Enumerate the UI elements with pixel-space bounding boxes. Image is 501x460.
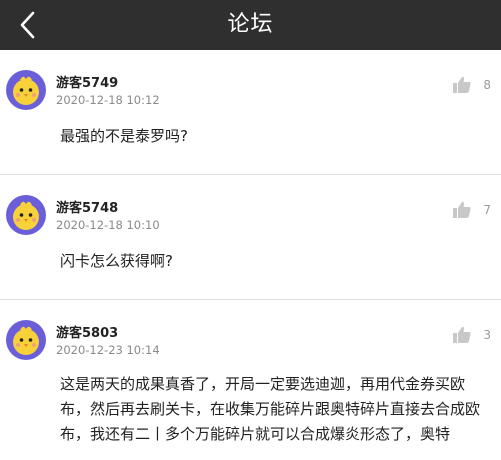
post-item[interactable]: 游客5803 2020-12-23 10:14 3 这是两天的成果真香了，开局一…	[0, 300, 501, 460]
like-button[interactable]: 7	[453, 201, 491, 218]
post-item[interactable]: 游客5748 2020-12-18 10:10 7 闪卡怎么获得啊?	[0, 175, 501, 300]
avatar[interactable]	[6, 70, 46, 110]
like-count: 7	[483, 202, 491, 217]
thumbs-up-icon	[453, 201, 471, 218]
post-content: 最强的不是泰罗吗?	[60, 127, 188, 145]
username[interactable]: 游客5748	[56, 197, 118, 216]
post-item[interactable]: 游客5749 2020-12-18 10:12 8 最强的不是泰罗吗?	[0, 50, 501, 175]
like-count: 3	[483, 327, 491, 342]
post-list: 游客5749 2020-12-18 10:12 8 最强的不是泰罗吗? 游客57…	[0, 50, 501, 460]
thumbs-up-icon	[453, 76, 471, 93]
post-time: 2020-12-18 10:10	[56, 218, 160, 232]
like-button[interactable]: 3	[453, 326, 491, 343]
page-title: 论坛	[227, 12, 274, 37]
post-content: 闪卡怎么获得啊?	[60, 252, 173, 270]
top-bar: 论坛	[0, 0, 501, 50]
avatar[interactable]	[6, 195, 46, 235]
thumbs-up-icon	[453, 326, 471, 343]
chick-avatar-icon	[13, 201, 39, 230]
username[interactable]: 游客5749	[56, 72, 118, 91]
avatar[interactable]	[6, 320, 46, 360]
like-count: 8	[483, 77, 491, 92]
like-button[interactable]: 8	[453, 76, 491, 93]
chick-avatar-icon	[13, 326, 39, 355]
post-content: 这是两天的成果真香了，开局一定要选迪迦，再用代金券买欧布，然后再去刷关卡，在收集…	[60, 375, 481, 443]
post-time: 2020-12-18 10:12	[56, 93, 160, 107]
post-time: 2020-12-23 10:14	[56, 343, 160, 357]
chick-avatar-icon	[13, 76, 39, 105]
username[interactable]: 游客5803	[56, 322, 118, 341]
